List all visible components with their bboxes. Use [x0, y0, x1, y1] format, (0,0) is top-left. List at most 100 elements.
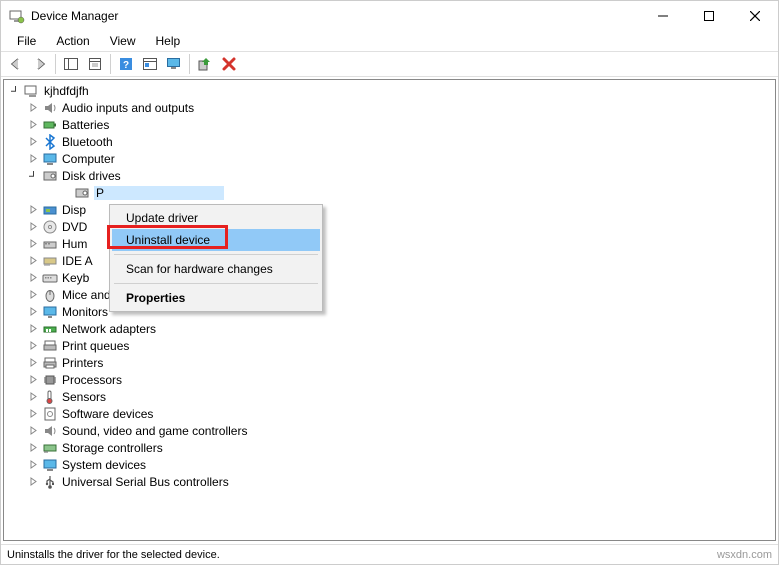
menu-action[interactable]: Action [46, 32, 99, 50]
menu-view[interactable]: View [100, 32, 146, 50]
back-button[interactable] [5, 53, 27, 75]
tree-label: Printers [62, 356, 103, 370]
help-button[interactable]: ? [115, 53, 137, 75]
ctx-scan-hardware[interactable]: Scan for hardware changes [112, 258, 320, 280]
minimize-button[interactable] [640, 1, 686, 31]
tree-system[interactable]: System devices [4, 456, 775, 473]
toolbar: ? [1, 51, 778, 77]
expand-icon[interactable] [26, 288, 40, 302]
uninstall-button[interactable] [218, 53, 240, 75]
forward-button[interactable] [29, 53, 51, 75]
tree-label: Bluetooth [62, 135, 113, 149]
properties-button[interactable] [84, 53, 106, 75]
ctx-uninstall-device[interactable]: Uninstall device [112, 229, 320, 251]
tree-label: Keyb [62, 271, 89, 285]
svg-text:?: ? [123, 60, 129, 71]
menu-file[interactable]: File [7, 32, 46, 50]
display-icon [42, 202, 58, 218]
printer-icon [42, 355, 58, 371]
print-queue-icon [42, 338, 58, 354]
expand-icon[interactable] [26, 271, 40, 285]
ctx-separator [114, 283, 318, 284]
tree-computer[interactable]: Computer [4, 150, 775, 167]
monitor-button[interactable] [163, 53, 185, 75]
expand-icon[interactable] [26, 101, 40, 115]
disk-icon [42, 168, 58, 184]
tree-label: Audio inputs and outputs [62, 101, 194, 115]
ctx-properties[interactable]: Properties [112, 287, 320, 309]
ctx-update-driver[interactable]: Update driver [112, 207, 320, 229]
tree-disk-child[interactable]: P [4, 184, 775, 201]
expand-icon[interactable] [26, 407, 40, 421]
expand-icon[interactable] [26, 475, 40, 489]
tree-label: Processors [62, 373, 122, 387]
keyboard-icon [42, 270, 58, 286]
tree-label: Software devices [62, 407, 153, 421]
tree-label: Sensors [62, 390, 106, 404]
tree-bluetooth[interactable]: Bluetooth [4, 133, 775, 150]
tree-audio[interactable]: Audio inputs and outputs [4, 99, 775, 116]
tree-processors[interactable]: Processors [4, 371, 775, 388]
expand-icon[interactable] [26, 135, 40, 149]
expand-icon[interactable] [26, 339, 40, 353]
scan-hardware-button[interactable] [139, 53, 161, 75]
tree-batteries[interactable]: Batteries [4, 116, 775, 133]
menu-bar: File Action View Help [1, 31, 778, 51]
expand-icon[interactable] [26, 424, 40, 438]
update-driver-button[interactable] [194, 53, 216, 75]
tree-label: Storage controllers [62, 441, 163, 455]
title-bar: Device Manager [1, 1, 778, 31]
expand-icon[interactable] [26, 458, 40, 472]
maximize-button[interactable] [686, 1, 732, 31]
tree-label: Print queues [62, 339, 129, 353]
tree-label: Network adapters [62, 322, 156, 336]
window-controls [640, 1, 778, 31]
tree-print-queues[interactable]: Print queues [4, 337, 775, 354]
expand-icon[interactable] [26, 118, 40, 132]
expand-icon[interactable] [26, 220, 40, 234]
tree-usb[interactable]: Universal Serial Bus controllers [4, 473, 775, 490]
tree-label: Batteries [62, 118, 109, 132]
toolbar-separator [55, 54, 56, 74]
toolbar-separator [189, 54, 190, 74]
tree-printers[interactable]: Printers [4, 354, 775, 371]
tree-label: System devices [62, 458, 146, 472]
context-menu: Update driver Uninstall device Scan for … [109, 204, 323, 312]
tree-sensors[interactable]: Sensors [4, 388, 775, 405]
expand-icon[interactable] [26, 254, 40, 268]
expand-icon[interactable] [26, 390, 40, 404]
collapse-icon[interactable] [8, 84, 22, 98]
menu-help[interactable]: Help [146, 32, 191, 50]
tree-storage[interactable]: Storage controllers [4, 439, 775, 456]
software-icon [42, 406, 58, 422]
tree-label: Sound, video and game controllers [62, 424, 247, 438]
collapse-icon[interactable] [26, 169, 40, 183]
battery-icon [42, 117, 58, 133]
expand-icon[interactable] [26, 441, 40, 455]
expand-icon[interactable] [26, 356, 40, 370]
tree-root[interactable]: kjhdfdjfh [4, 82, 775, 99]
disk-icon [74, 185, 90, 201]
expand-icon[interactable] [26, 203, 40, 217]
expand-icon[interactable] [26, 237, 40, 251]
audio-icon [42, 100, 58, 116]
status-bar: Uninstalls the driver for the selected d… [1, 544, 778, 564]
tree-disk-drives[interactable]: Disk drives [4, 167, 775, 184]
sound-icon [42, 423, 58, 439]
monitor-icon [42, 304, 58, 320]
tree-label: Disk drives [62, 169, 121, 183]
show-hide-tree-button[interactable] [60, 53, 82, 75]
tree-software[interactable]: Software devices [4, 405, 775, 422]
tree-network[interactable]: Network adapters [4, 320, 775, 337]
app-icon [9, 8, 25, 24]
expand-icon[interactable] [26, 373, 40, 387]
tree-sound[interactable]: Sound, video and game controllers [4, 422, 775, 439]
close-button[interactable] [732, 1, 778, 31]
expand-icon[interactable] [26, 305, 40, 319]
status-text: Uninstalls the driver for the selected d… [7, 549, 220, 561]
expand-icon[interactable] [26, 152, 40, 166]
sensor-icon [42, 389, 58, 405]
tree-label: DVD [62, 220, 87, 234]
expand-icon[interactable] [26, 322, 40, 336]
tree-label: IDE A [62, 254, 93, 268]
